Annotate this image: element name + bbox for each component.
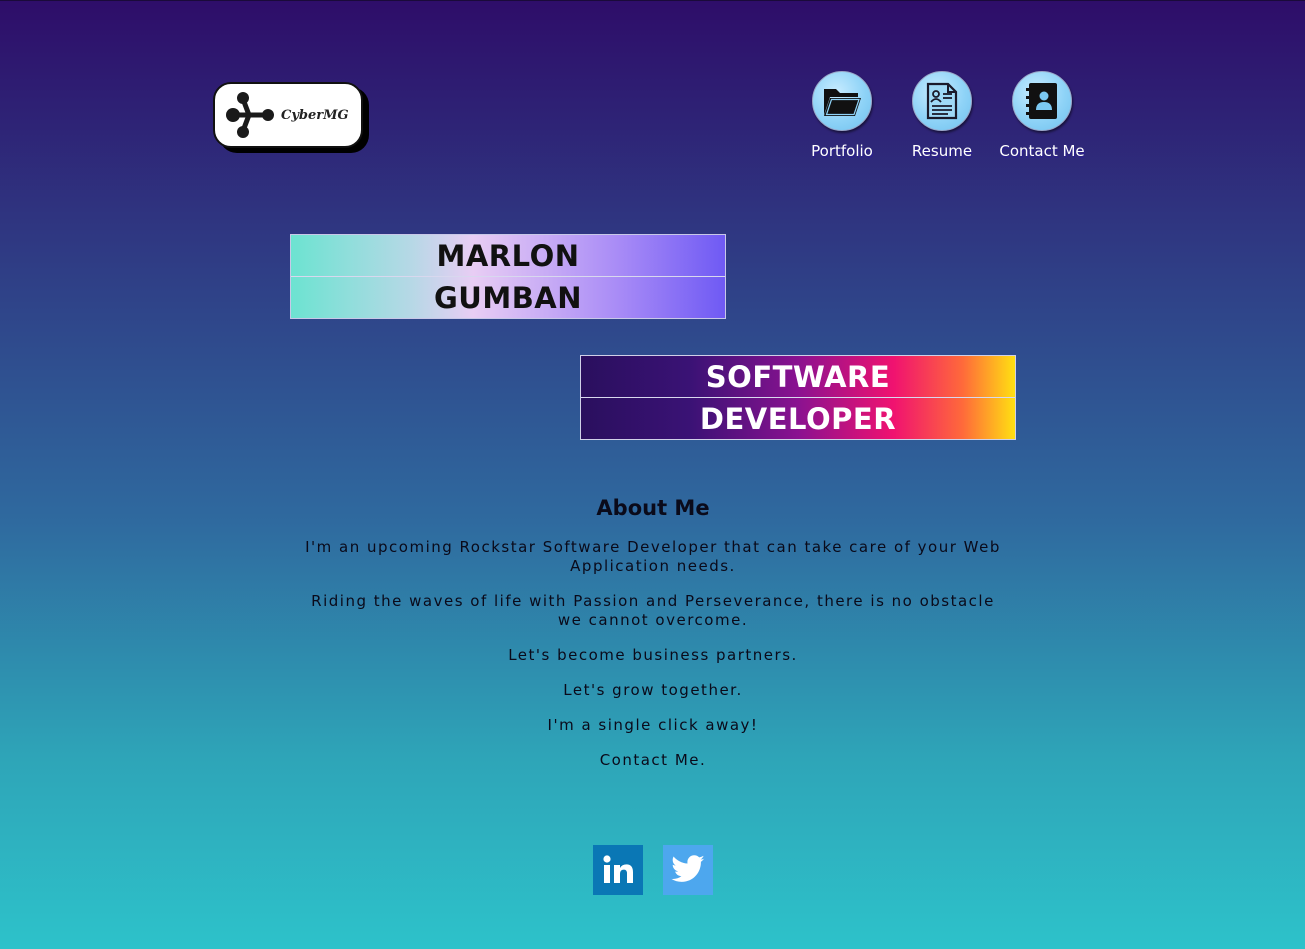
- role-banner: SOFTWARE DEVELOPER: [580, 355, 1016, 440]
- document-icon[interactable]: [912, 71, 972, 131]
- logo-mark-icon: [226, 92, 274, 138]
- about-paragraph: I'm a single click away!: [547, 716, 759, 734]
- nav-portfolio[interactable]: Portfolio: [792, 71, 892, 160]
- role-line-2: DEVELOPER: [581, 397, 1015, 439]
- about-paragraph: I'm an upcoming Rockstar Software Develo…: [305, 538, 1001, 575]
- last-name: GUMBAN: [291, 276, 725, 318]
- nav-label-portfolio[interactable]: Portfolio: [811, 142, 873, 160]
- name-banner: MARLON GUMBAN: [290, 234, 726, 319]
- about-paragraph: Riding the waves of life with Passion an…: [311, 592, 995, 629]
- role-line-1: SOFTWARE: [581, 356, 1015, 397]
- linkedin-button[interactable]: [593, 845, 643, 895]
- logo-text: CyberMG: [281, 107, 349, 123]
- about-paragraph: Let's grow together.: [563, 681, 743, 699]
- about-section: About Me I'm an upcoming Rockstar Softwa…: [290, 496, 1016, 786]
- about-paragraph: Let's become business partners.: [508, 646, 798, 664]
- first-name: MARLON: [291, 235, 725, 276]
- linkedin-icon: [603, 855, 633, 883]
- about-paragraph: Contact Me.: [599, 751, 707, 769]
- nav-label-contact[interactable]: Contact Me: [999, 142, 1084, 160]
- folder-icon[interactable]: [812, 71, 872, 131]
- nav-resume[interactable]: Resume: [892, 71, 992, 160]
- nav-contact[interactable]: Contact Me: [992, 71, 1092, 160]
- twitter-button[interactable]: [663, 845, 713, 895]
- contact-book-icon[interactable]: [1012, 71, 1072, 131]
- social-links: [593, 845, 713, 895]
- twitter-icon: [671, 855, 705, 882]
- logo[interactable]: CyberMG: [213, 82, 363, 148]
- nav-label-resume[interactable]: Resume: [912, 142, 972, 160]
- about-title: About Me: [596, 496, 710, 520]
